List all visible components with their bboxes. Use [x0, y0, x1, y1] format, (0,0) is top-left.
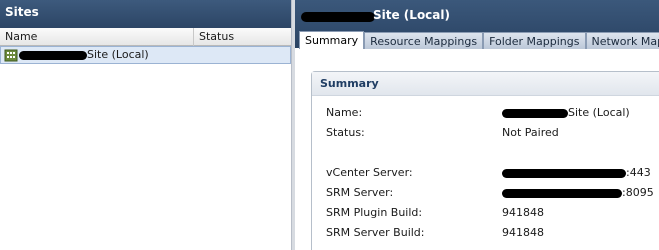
sites-column-header: Name Status — [0, 28, 291, 46]
site-label: Site (Local) — [87, 48, 149, 61]
summary-box: Summary Name: Site (Local) Status: Not P… — [311, 71, 659, 250]
site-details-panel: Site (Local) Summary Resource Mappings Fol… — [295, 0, 659, 250]
redacted-site-name — [19, 51, 87, 60]
srm-server-label: SRM Server: — [326, 186, 394, 199]
redacted-srm-server — [502, 188, 622, 198]
site-details-header: Site (Local) Summary Resource Mappings Fol… — [295, 0, 659, 49]
tab-bar: Summary Resource Mappings Folder Mappings N… — [299, 31, 659, 49]
vcenter-server-label: vCenter Server: — [326, 166, 413, 179]
tab-network-mappings[interactable]: Network Mappin — [585, 32, 659, 49]
srm-server-build-value: 941848 — [502, 226, 544, 239]
site-details-title: Site (Local) — [373, 8, 450, 22]
srm-server-value: :8095 — [502, 186, 654, 199]
vcenter-port-text: :443 — [626, 166, 651, 179]
status-value: Not Paired — [502, 126, 559, 139]
srm-plugin-build-value: 941848 — [502, 206, 544, 219]
summary-tab-content: Summary Name: Site (Local) Status: Not P… — [295, 49, 659, 250]
tab-resource-mappings[interactable]: Resource Mappings — [364, 32, 484, 49]
srm-plugin-build-label: SRM Plugin Build: — [326, 206, 423, 219]
srm-port-text: :8095 — [622, 186, 654, 199]
name-label: Name: — [326, 106, 363, 119]
redacted-vcenter — [502, 168, 626, 178]
vcenter-server-value: :443 — [502, 166, 651, 179]
building-icon — [4, 49, 18, 62]
summary-heading: Summary — [312, 72, 659, 96]
column-header-name[interactable]: Name — [0, 28, 194, 46]
site-list-item[interactable]: Site (Local) — [0, 46, 291, 64]
column-header-status[interactable]: Status — [195, 28, 291, 46]
sites-panel: Sites Name Status Site (Local) — [0, 0, 291, 250]
tab-folder-mappings[interactable]: Folder Mappings — [483, 32, 586, 49]
tab-summary[interactable]: Summary — [299, 31, 365, 49]
name-value: Site (Local) — [502, 106, 630, 119]
sites-panel-title: Sites — [0, 0, 291, 28]
srm-server-build-label: SRM Server Build: — [326, 226, 425, 239]
name-value-text: Site (Local) — [568, 106, 630, 119]
redacted-site-title — [301, 12, 375, 22]
status-label: Status: — [326, 126, 365, 139]
redacted-name — [502, 108, 568, 118]
